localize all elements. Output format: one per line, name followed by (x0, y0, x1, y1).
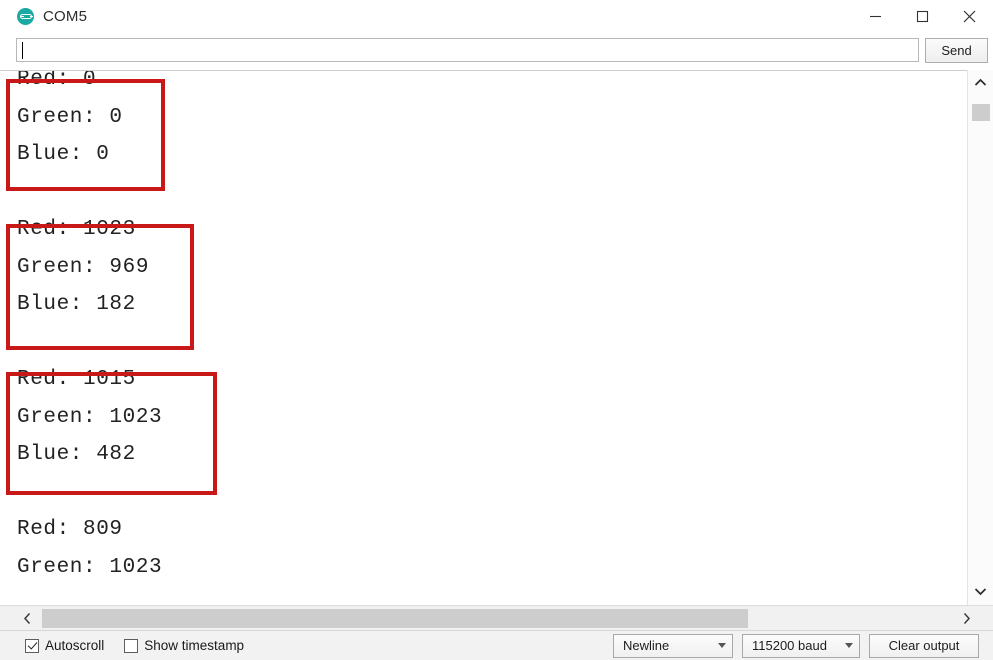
line-ending-value: Newline (623, 638, 670, 653)
serial-output-line: Red: 809 (17, 518, 123, 541)
serial-output-line: Blue: 0 (17, 143, 110, 166)
autoscroll-toggle[interactable]: Autoscroll (25, 638, 104, 653)
window-controls (852, 0, 993, 33)
minimize-button[interactable] (852, 0, 899, 33)
clear-output-button[interactable]: Clear output (869, 633, 979, 658)
serial-output-line: Green: 969 (17, 255, 150, 279)
horizontal-scrollbar[interactable] (0, 605, 993, 630)
autoscroll-label: Autoscroll (45, 638, 105, 653)
serial-output-text: Red: 0Green: 0Blue: 0.Red: 1023Green: 96… (17, 70, 163, 586)
scroll-down-icon[interactable] (968, 581, 993, 601)
title-bar: COM5 (0, 0, 993, 33)
bottom-toolbar-right: Newline 115200 baud Clear output (613, 633, 979, 658)
autoscroll-checkbox[interactable] (25, 638, 39, 653)
show-timestamp-label: Show timestamp (144, 638, 245, 653)
baud-rate-value: 115200 baud (752, 638, 827, 653)
text-caret (22, 42, 23, 59)
serial-output-line: Green: 1023 (17, 405, 163, 429)
chevron-down-icon (845, 643, 853, 648)
scroll-up-icon[interactable] (968, 72, 993, 92)
serial-output-line: Red: 0 (17, 70, 97, 91)
vertical-scrollbar[interactable] (967, 70, 993, 605)
show-timestamp-toggle[interactable]: Show timestamp (124, 638, 244, 653)
maximize-button[interactable] (899, 0, 946, 33)
serial-output-area[interactable]: Red: 0Green: 0Blue: 0.Red: 1023Green: 96… (0, 70, 967, 606)
bottom-toolbar: Autoscroll Show timestamp Newline 115200… (0, 630, 993, 660)
chevron-down-icon (718, 643, 726, 648)
arduino-logo-icon (17, 8, 34, 25)
serial-output-line: Blue: 482 (17, 443, 136, 466)
serial-output-line: Green: 1023 (17, 555, 163, 579)
send-bar: Send (0, 33, 993, 67)
send-button[interactable]: Send (925, 37, 988, 63)
serial-output-line: Blue: 182 (17, 293, 136, 316)
serial-output-line: Red: 1015 (17, 368, 136, 391)
horizontal-scrollbar-thumb[interactable] (42, 609, 748, 628)
window-title: COM5 (43, 8, 88, 25)
line-ending-dropdown[interactable]: Newline (613, 633, 733, 658)
title-bar-left: COM5 (0, 8, 852, 25)
baud-rate-dropdown[interactable]: 115200 baud (742, 633, 860, 658)
serial-output-line: Green: 0 (17, 105, 123, 129)
show-timestamp-checkbox[interactable] (124, 638, 139, 653)
serial-output-line: Red: 1023 (17, 218, 136, 241)
scroll-left-icon[interactable] (14, 606, 40, 630)
serial-send-input[interactable] (16, 38, 919, 62)
scroll-right-icon[interactable] (953, 606, 979, 630)
vertical-scrollbar-thumb[interactable] (972, 104, 990, 121)
close-button[interactable] (946, 0, 993, 33)
